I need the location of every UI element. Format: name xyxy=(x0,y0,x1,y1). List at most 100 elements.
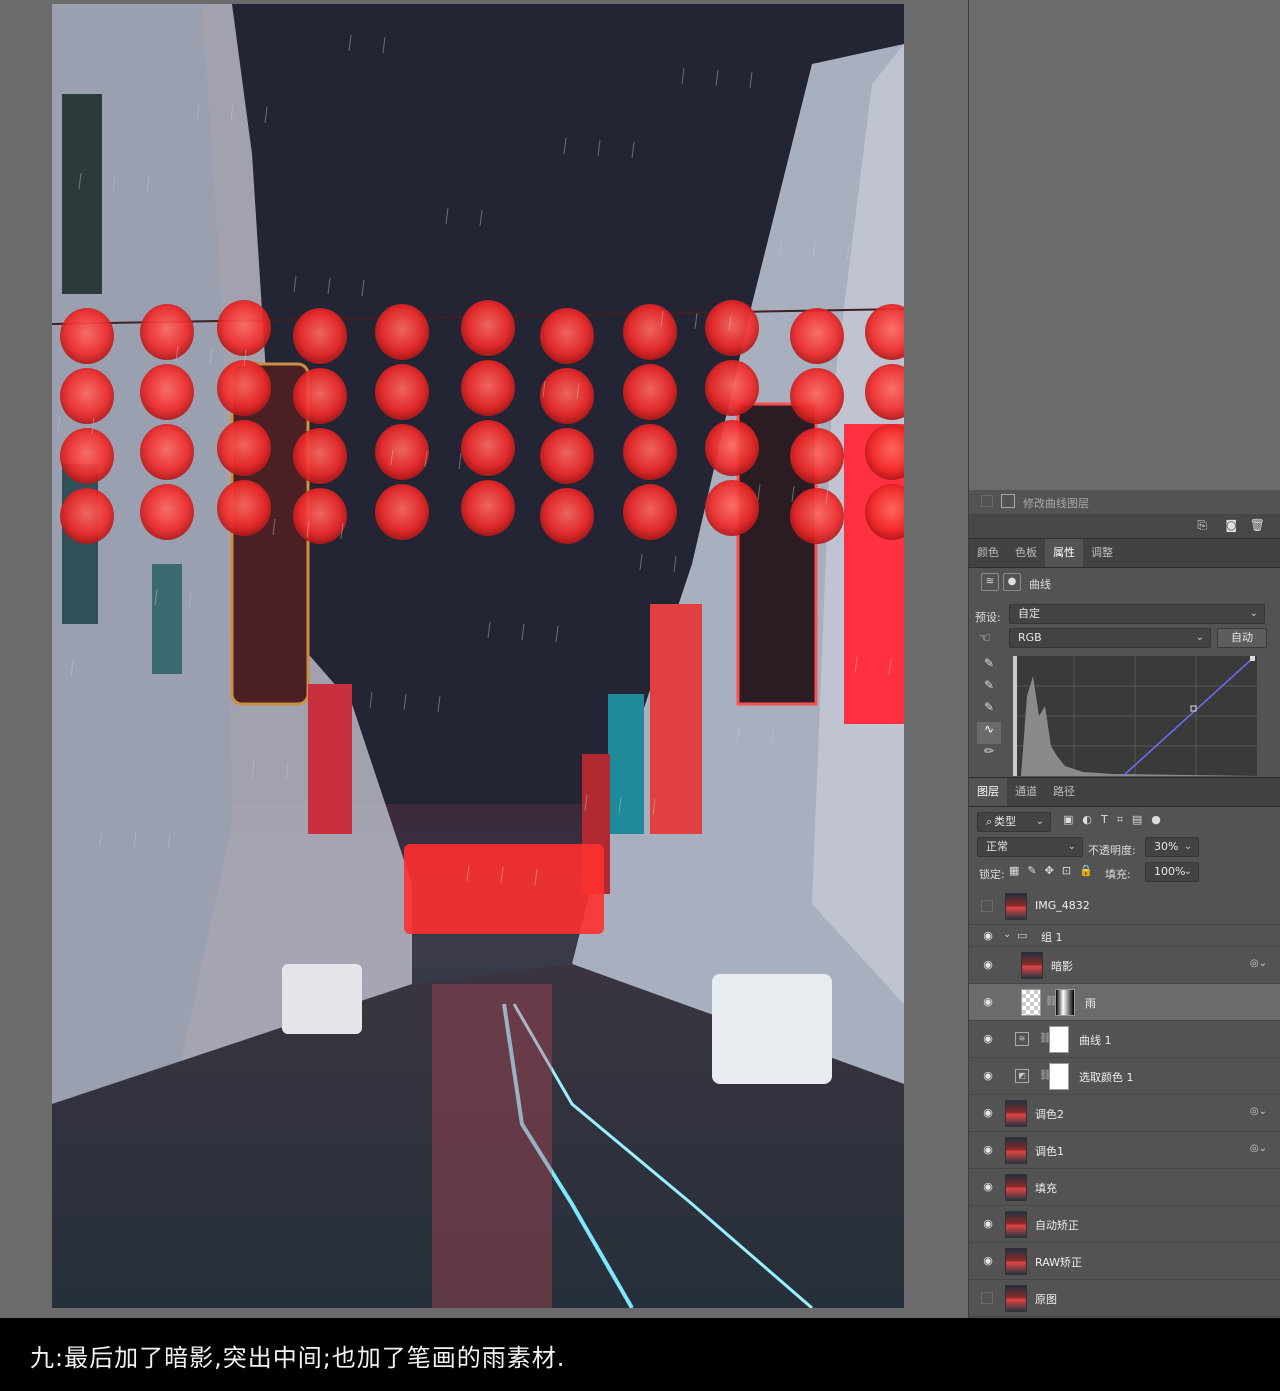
visibility-toggle[interactable]: ● xyxy=(981,1292,993,1304)
search-icon: ⌕ xyxy=(986,815,993,828)
layer-row[interactable]: ◉ 调色2 ◎⌄ xyxy=(969,1095,1280,1132)
smart-object-icon[interactable]: ◎⌄ xyxy=(1250,958,1267,969)
layer-row[interactable]: ◉ 自动矫正 xyxy=(969,1206,1280,1243)
smart-object-icon[interactable]: ◎⌄ xyxy=(1250,1106,1267,1117)
auto-button[interactable]: 自动 xyxy=(1217,628,1267,648)
eye-icon[interactable]: ◉ xyxy=(981,1069,995,1083)
layer-group-row[interactable]: ◉ ⌄ ▭ 组 1 xyxy=(969,925,1280,947)
layer-thumbnail xyxy=(1005,1174,1027,1201)
lantern xyxy=(790,368,844,424)
eyedropper-black-icon[interactable]: ✎ xyxy=(977,656,1001,678)
new-snapshot-icon[interactable]: ⎘ xyxy=(1197,518,1207,533)
adjustment-name: 曲线 xyxy=(1029,578,1051,591)
fill-input[interactable]: 100% ⌄ xyxy=(1145,862,1199,882)
layer-name: 填充 xyxy=(1035,1182,1057,1195)
curve-point-icon[interactable]: ∿ xyxy=(977,722,1001,744)
blend-mode-value: 正常 xyxy=(986,840,1008,853)
hand-target-icon[interactable]: ☜ xyxy=(979,631,991,646)
mask-thumbnail[interactable] xyxy=(1055,989,1075,1016)
caption-text: 九:最后加了暗影,突出中间;也加了笔画的雨素材. xyxy=(30,1344,566,1372)
layer-filter-select[interactable]: ⌕ 类型 ⌄ xyxy=(977,812,1051,832)
curves-icon[interactable]: ≋ xyxy=(981,573,999,591)
lantern xyxy=(540,428,594,484)
layer-thumbnail xyxy=(1005,893,1027,920)
layer-row[interactable]: ● 原图 xyxy=(969,1280,1280,1317)
blend-mode-select[interactable]: 正常 ⌄ xyxy=(977,837,1083,857)
lantern xyxy=(705,300,759,356)
curve-line xyxy=(1122,657,1254,776)
properties-tabs: 颜色 色板 属性 调整 xyxy=(969,538,1280,568)
history-item[interactable]: 修改曲线图层 xyxy=(969,490,1280,514)
camera-icon[interactable]: ◙ xyxy=(1225,518,1237,532)
curves-graph[interactable] xyxy=(1013,656,1257,776)
mask-thumbnail[interactable] xyxy=(1049,1026,1069,1053)
lantern xyxy=(790,308,844,364)
eyedropper-gray-icon[interactable]: ✎ xyxy=(977,678,1001,700)
pencil-icon[interactable]: ✏ xyxy=(977,744,1001,766)
mask-icon[interactable]: ● xyxy=(1003,573,1021,591)
dock-empty-area xyxy=(969,0,1280,490)
layer-name: IMG_4832 xyxy=(1035,899,1090,912)
eye-icon[interactable]: ◉ xyxy=(981,958,995,972)
layer-row[interactable]: ● IMG_4832 xyxy=(969,888,1280,925)
layer-row[interactable]: ◉ 填充 xyxy=(969,1169,1280,1206)
document-image[interactable] xyxy=(52,4,904,1308)
tab-properties[interactable]: 属性 xyxy=(1045,539,1083,567)
canvas-area[interactable] xyxy=(0,0,968,1318)
lantern xyxy=(217,300,271,356)
trash-icon[interactable]: 🗑 xyxy=(1250,518,1265,532)
layer-row[interactable]: ◉ ◩ ⛓ 选取颜色 1 xyxy=(969,1058,1280,1095)
curve-point[interactable] xyxy=(1250,656,1255,661)
eye-icon[interactable]: ◉ xyxy=(981,1032,995,1046)
right-panel: 修改曲线图层 ⎘ ◙ 🗑 颜色 色板 属性 调整 ≋ ● 曲线 预设: 自定 ⌄… xyxy=(968,0,1280,1318)
layer-row[interactable]: ◉ ≋ ⛓ 曲线 1 xyxy=(969,1021,1280,1058)
layer-row[interactable]: ◉ ⛓ 雨 xyxy=(969,984,1280,1021)
layer-row[interactable]: ◉ RAW矫正 xyxy=(969,1243,1280,1280)
eye-icon[interactable]: ◉ xyxy=(981,1143,995,1157)
opacity-input[interactable]: 30% ⌄ xyxy=(1145,837,1199,857)
eye-icon[interactable]: ◉ xyxy=(981,929,995,943)
lantern xyxy=(461,300,515,356)
layer-filter-icons[interactable]: ▣◐T⌗▤● xyxy=(1063,813,1170,827)
mask-thumbnail[interactable] xyxy=(1049,1063,1069,1090)
chevron-down-icon[interactable]: ⌄ xyxy=(1003,929,1011,940)
lantern xyxy=(140,424,194,480)
checkbox-icon[interactable] xyxy=(981,495,993,507)
curve-tools: ✎ ✎ ✎ ∿ ✏ xyxy=(977,656,1001,776)
lantern xyxy=(60,428,114,484)
eye-icon[interactable]: ◉ xyxy=(981,1217,995,1231)
tab-channels[interactable]: 通道 xyxy=(1007,778,1045,806)
layers-tabs: 图层 通道 路径 xyxy=(969,777,1280,807)
selective-color-icon: ◩ xyxy=(1015,1069,1029,1083)
lantern xyxy=(623,424,677,480)
eye-icon[interactable]: ◉ xyxy=(981,1106,995,1120)
lock-icons[interactable]: ▦✎✥⊡🔒 xyxy=(1009,864,1101,877)
smart-object-icon[interactable]: ◎⌄ xyxy=(1250,1143,1267,1154)
tab-layers[interactable]: 图层 xyxy=(969,778,1007,806)
layer-row[interactable]: ◉ 暗影 ◎⌄ xyxy=(969,947,1280,984)
preset-select[interactable]: 自定 ⌄ xyxy=(1009,604,1265,624)
eye-icon[interactable]: ◉ xyxy=(981,1180,995,1194)
layer-row[interactable]: ◉ 调色1 ◎⌄ xyxy=(969,1132,1280,1169)
channel-select[interactable]: RGB ⌄ xyxy=(1009,628,1211,648)
layer-name: 雨 xyxy=(1085,997,1096,1010)
eye-icon[interactable]: ◉ xyxy=(981,1254,995,1268)
filter-kind: 类型 xyxy=(994,815,1017,828)
history-footer: ⎘ ◙ 🗑 xyxy=(969,514,1280,538)
eyedropper-white-icon[interactable]: ✎ xyxy=(977,700,1001,722)
layer-thumbnail xyxy=(1005,1100,1027,1127)
layer-thumbnail xyxy=(1005,1137,1027,1164)
layer-name: RAW矫正 xyxy=(1035,1256,1082,1269)
adjustment-icon xyxy=(1001,494,1015,508)
lantern xyxy=(293,428,347,484)
tab-color[interactable]: 颜色 xyxy=(969,539,1007,567)
lantern xyxy=(140,364,194,420)
tab-adjustments[interactable]: 调整 xyxy=(1083,539,1121,567)
layer-thumbnail xyxy=(1021,952,1043,979)
tab-swatches[interactable]: 色板 xyxy=(1007,539,1045,567)
eye-icon[interactable]: ◉ xyxy=(981,995,995,1009)
tab-paths[interactable]: 路径 xyxy=(1045,778,1083,806)
visibility-toggle[interactable]: ● xyxy=(981,900,993,912)
layer-thumbnail xyxy=(1005,1248,1027,1275)
lantern xyxy=(140,484,194,540)
